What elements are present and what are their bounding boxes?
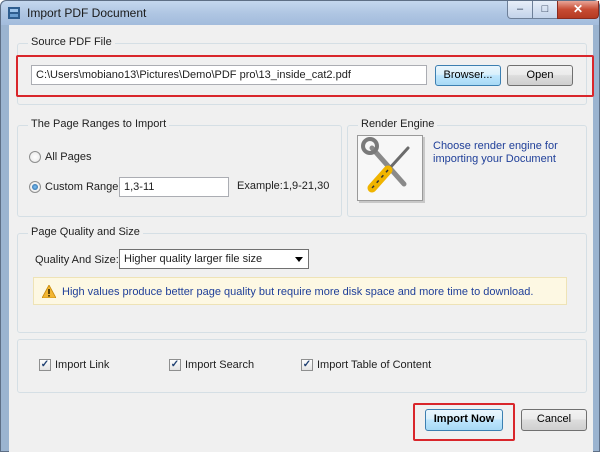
source-highlight-frame <box>16 55 594 97</box>
chevron-down-icon[interactable] <box>295 257 303 262</box>
tools-icon[interactable] <box>357 135 423 201</box>
quality-selected-option: Higher quality larger file size <box>124 253 263 265</box>
import-search-label[interactable]: Import Search <box>185 359 254 371</box>
page-ranges-group-title: The Page Ranges to Import <box>28 118 170 130</box>
quality-select-label: Quality And Size: <box>35 254 119 266</box>
minimize-button[interactable]: – <box>507 1 533 19</box>
quality-warning: High values produce better page quality … <box>33 277 567 305</box>
maximize-button[interactable]: □ <box>532 1 558 19</box>
import-toc-label[interactable]: Import Table of Content <box>317 359 431 371</box>
render-engine-description[interactable]: Choose render engine for importing your … <box>433 140 583 166</box>
page-ranges-group: The Page Ranges to Import <box>17 118 342 217</box>
source-pdf-group-title: Source PDF File <box>28 36 115 48</box>
quality-select[interactable]: Higher quality larger file size <box>119 249 309 269</box>
render-engine-group-title: Render Engine <box>358 118 438 130</box>
custom-range-label[interactable]: Custom Range <box>45 181 118 193</box>
wrench-screwdriver-icon <box>361 137 410 193</box>
app-icon <box>8 7 20 19</box>
range-example-text: Example:1,9-21,30 <box>237 180 330 192</box>
quality-group-title: Page Quality and Size <box>28 226 143 238</box>
all-pages-radio[interactable] <box>29 151 41 163</box>
custom-range-radio[interactable] <box>29 181 41 193</box>
title-bar[interactable]: Import PDF Document – □ ✕ <box>1 1 599 25</box>
import-toc-checkbox[interactable]: ✓ <box>301 359 313 371</box>
quality-warning-text: High values produce better page quality … <box>62 286 534 298</box>
import-link-checkbox[interactable]: ✓ <box>39 359 51 371</box>
import-search-checkbox[interactable]: ✓ <box>169 359 181 371</box>
import-link-label[interactable]: Import Link <box>55 359 109 371</box>
window-title: Import PDF Document <box>27 6 147 20</box>
close-button[interactable]: ✕ <box>557 1 599 19</box>
cancel-button[interactable]: Cancel <box>521 409 587 431</box>
all-pages-label[interactable]: All Pages <box>45 151 91 163</box>
dialog-body: Source PDF File C:\Users\mobiano13\Pictu… <box>9 25 594 452</box>
warning-icon <box>42 285 56 298</box>
import-now-button[interactable]: Import Now <box>425 409 503 431</box>
import-pdf-dialog: Import PDF Document – □ ✕ Source PDF Fil… <box>0 0 600 452</box>
custom-range-input[interactable]: 1,3-11 <box>119 177 229 197</box>
